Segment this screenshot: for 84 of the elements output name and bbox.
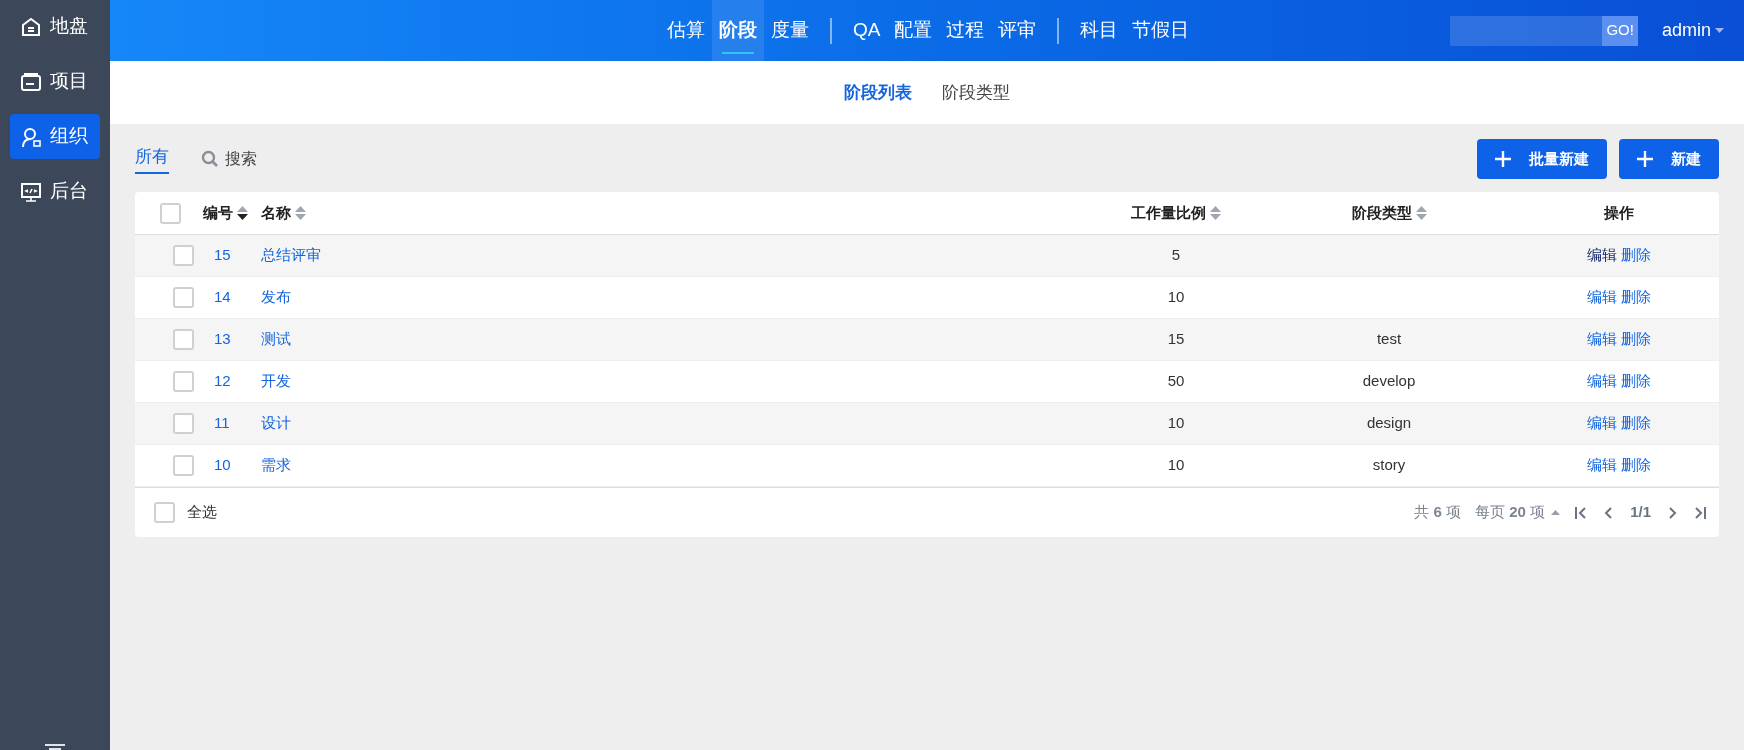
column-header[interactable]: 编号 bbox=[199, 201, 261, 225]
per-page-dropdown[interactable]: 每页 20 项 bbox=[1475, 501, 1561, 524]
column-header[interactable]: 名称 bbox=[261, 201, 1093, 225]
name-link[interactable]: 开发 bbox=[261, 370, 291, 393]
total-count: 共 6 项 bbox=[1414, 502, 1462, 523]
user-menu[interactable]: admin bbox=[1661, 17, 1724, 44]
edit-link[interactable]: 编辑 bbox=[1587, 244, 1617, 267]
id-link[interactable]: 12 bbox=[214, 370, 231, 393]
sidebar-item[interactable]: 组织 bbox=[10, 114, 100, 159]
name-link[interactable]: 测试 bbox=[261, 328, 291, 351]
name-link[interactable]: 需求 bbox=[261, 454, 291, 477]
go-button[interactable]: GO! bbox=[1602, 15, 1638, 46]
column-header[interactable]: 工作量比例 bbox=[1093, 201, 1259, 225]
nav-tab[interactable]: 评审 bbox=[991, 0, 1044, 61]
new-button[interactable]: 批量新建 bbox=[1477, 139, 1607, 179]
delete-link[interactable]: 删除 bbox=[1621, 454, 1651, 477]
table-cell-text: story bbox=[1372, 455, 1406, 476]
edit-link[interactable]: 编辑 bbox=[1587, 454, 1617, 477]
table-cell-text: design bbox=[1366, 413, 1412, 434]
wallet-icon bbox=[20, 70, 42, 93]
sidebar-item[interactable]: 地盘 bbox=[10, 4, 100, 49]
table-cell-text: develop bbox=[1362, 371, 1416, 392]
nav-tab[interactable]: 过程 bbox=[939, 0, 992, 61]
page-indicator: 1/1 bbox=[1630, 502, 1651, 523]
plus-icon bbox=[1495, 151, 1511, 167]
select-all-checkbox[interactable]: 全选 bbox=[135, 501, 217, 524]
sidebar-item[interactable]: 项目 bbox=[10, 59, 100, 104]
table-cell-text: test bbox=[1376, 329, 1402, 350]
new-button[interactable]: 新建 bbox=[1619, 139, 1719, 179]
id-link[interactable]: 13 bbox=[214, 328, 231, 351]
sub-nav-tab[interactable]: 阶段列表 bbox=[844, 79, 912, 106]
user-icon bbox=[20, 125, 42, 148]
search-icon bbox=[201, 150, 219, 168]
id-link[interactable]: 11 bbox=[214, 412, 230, 435]
checkbox[interactable] bbox=[173, 413, 194, 434]
caret-icon bbox=[1551, 510, 1561, 515]
nav-tab[interactable]: 配置 bbox=[887, 0, 940, 61]
nav-tab[interactable]: 阶段 bbox=[712, 0, 764, 61]
sub-nav-tab[interactable]: 阶段类型 bbox=[942, 79, 1010, 106]
column-header[interactable]: 阶段类型 bbox=[1259, 201, 1519, 225]
name-link[interactable]: 设计 bbox=[261, 412, 291, 435]
nav-tab[interactable]: 科目 bbox=[1073, 0, 1126, 61]
search-field[interactable] bbox=[1450, 15, 1603, 46]
nav-tab[interactable]: QA bbox=[846, 0, 888, 61]
column-header: 操作 bbox=[1603, 202, 1635, 223]
checkbox[interactable] bbox=[173, 371, 194, 392]
first-page-icon[interactable] bbox=[1574, 505, 1589, 520]
name-link[interactable]: 发布 bbox=[261, 286, 291, 309]
caret-icon bbox=[1715, 28, 1724, 33]
house-icon bbox=[20, 15, 42, 38]
delete-link[interactable]: 删除 bbox=[1621, 370, 1651, 393]
delete-link[interactable]: 删除 bbox=[1621, 412, 1651, 435]
edit-link[interactable]: 编辑 bbox=[1587, 412, 1617, 435]
checkbox[interactable] bbox=[173, 329, 194, 350]
filter-tab[interactable]: 所有 bbox=[135, 143, 169, 175]
checkbox[interactable] bbox=[173, 287, 194, 308]
delete-link[interactable]: 删除 bbox=[1621, 328, 1651, 351]
table-cell-text: 10 bbox=[1167, 455, 1185, 476]
edit-link[interactable]: 编辑 bbox=[1587, 370, 1617, 393]
plus-icon bbox=[1637, 151, 1653, 167]
last-page-icon[interactable] bbox=[1693, 505, 1707, 520]
table-cell-text: 50 bbox=[1167, 371, 1185, 392]
nav-tab[interactable]: 节假日 bbox=[1125, 0, 1197, 61]
sidebar-item[interactable]: 后台 bbox=[10, 169, 100, 214]
id-link[interactable]: 10 bbox=[214, 454, 231, 477]
delete-link[interactable]: 删除 bbox=[1621, 286, 1651, 309]
delete-link[interactable]: 删除 bbox=[1621, 244, 1651, 267]
checkbox[interactable] bbox=[173, 245, 194, 266]
search-button[interactable]: 搜索 bbox=[201, 147, 257, 171]
nav-tab[interactable]: 估算 bbox=[660, 0, 712, 61]
name-link[interactable]: 总结评审 bbox=[261, 244, 321, 267]
checkbox[interactable] bbox=[160, 202, 181, 224]
id-link[interactable]: 14 bbox=[214, 286, 231, 309]
monitor-icon bbox=[20, 180, 42, 203]
table-cell-text: 5 bbox=[1171, 245, 1181, 266]
menu-icon[interactable] bbox=[45, 742, 65, 750]
edit-link[interactable]: 编辑 bbox=[1587, 286, 1617, 309]
table-cell-text: 15 bbox=[1167, 329, 1185, 350]
table-cell-text: 10 bbox=[1167, 287, 1185, 308]
table-cell-text: 10 bbox=[1167, 413, 1185, 434]
id-link[interactable]: 15 bbox=[214, 244, 231, 267]
nav-tab[interactable]: 度量 bbox=[764, 0, 816, 61]
edit-link[interactable]: 编辑 bbox=[1587, 328, 1617, 351]
checkbox[interactable] bbox=[173, 455, 194, 476]
